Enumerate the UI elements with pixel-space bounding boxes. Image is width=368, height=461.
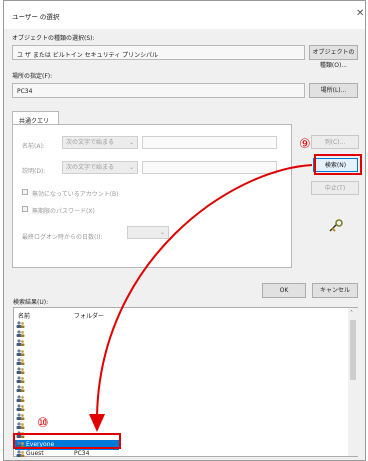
arrow-head xyxy=(89,414,105,432)
search-button-highlight xyxy=(314,154,362,175)
step-10-marker: ⑩ xyxy=(37,416,49,431)
arrow-line xyxy=(96,164,313,417)
annotation-overlay xyxy=(13,154,362,449)
everyone-row-highlight xyxy=(13,433,121,449)
step-9-marker: ⑨ xyxy=(299,137,311,152)
